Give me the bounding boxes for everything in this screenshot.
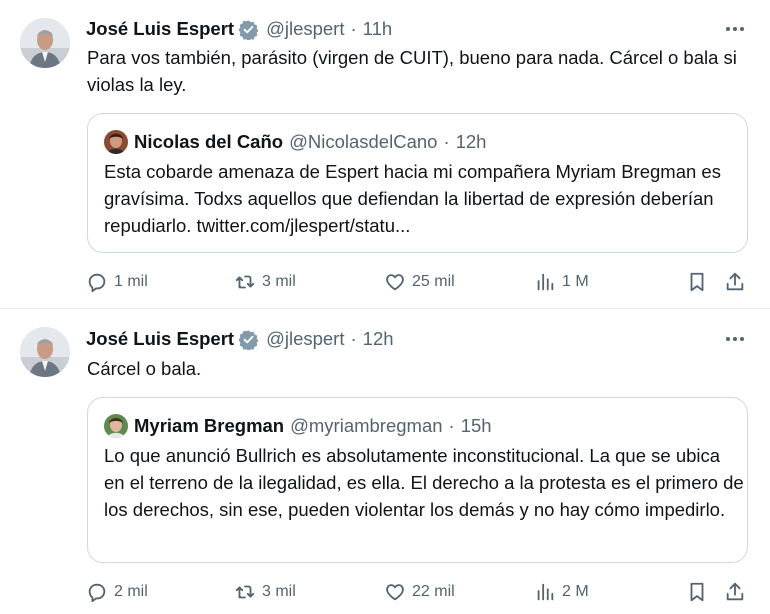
more-options-icon[interactable] [722,329,748,349]
quoted-tweet[interactable]: Myriam Bregman @myriambregman · 15h Lo q… [87,397,748,563]
quote-author-name: Nicolas del Caño [134,131,284,152]
tweet[interactable]: José Luis Espert @jlespert · 12h Cárcel … [0,309,770,614]
views-count: 1 M [562,273,589,290]
reply-button[interactable]: 2 mil [86,577,148,607]
author-avatar[interactable] [20,18,70,68]
reply-button[interactable]: 1 mil [86,267,148,297]
like-count: 25 mil [412,273,455,290]
separator-dot: · [350,18,357,39]
views-icon [537,273,554,291]
reply-icon [88,583,106,603]
like-button[interactable]: 25 mil [384,267,455,297]
share-button[interactable] [724,267,752,297]
author-handle[interactable]: @jlespert [266,18,344,40]
tweet-text: Cárcel o bala. [87,358,202,379]
reply-count: 2 mil [114,583,148,600]
tweet-text: Para vos también, parásito (virgen de CU… [87,47,737,95]
quote-header: Nicolas del Caño @NicolasdelCano · 12h [104,130,486,154]
quote-header: Myriam Bregman @myriambregman · 15h [104,414,492,438]
quote-author-avatar [104,130,128,154]
reply-icon [88,273,106,293]
quote-author-handle: @myriambregman [290,415,443,436]
like-icon [386,584,404,601]
verified-badge-icon [238,19,259,41]
tweet[interactable]: José Luis Espert @jlespert · 11h Para vo… [0,0,770,308]
quote-time: 15h [460,415,492,436]
tweet-header: José Luis Espert @jlespert · 12h [86,327,394,351]
retweet-button[interactable]: 3 mil [234,267,296,297]
tweet-actions: 1 mil 3 mil 25 mil 1 M [86,267,750,297]
views-count: 2 M [562,583,589,600]
quote-text: Esta cobarde amenaza de Espert hacia mi … [104,161,721,236]
tweet-time[interactable]: 12h [363,328,394,350]
bookmark-icon [690,582,704,602]
like-button[interactable]: 22 mil [384,577,455,607]
share-button[interactable] [724,577,752,607]
quote-author-name: Myriam Bregman [134,415,285,436]
like-icon [386,274,404,291]
bookmark-button[interactable] [686,267,714,297]
tweet-actions: 2 mil 3 mil 22 mil 2 M [86,577,750,607]
retweet-button[interactable]: 3 mil [234,577,296,607]
quote-text: Lo que anunció Bullrich es absolutamente… [104,445,744,520]
more-options-icon[interactable] [722,19,748,39]
author-name[interactable]: José Luis Espert [86,328,234,350]
share-icon [726,582,744,601]
quote-author-handle: @NicolasdelCano [289,131,438,152]
author-name[interactable]: José Luis Espert [86,18,234,40]
quoted-tweet[interactable]: Nicolas del Caño @NicolasdelCano · 12h E… [87,113,748,253]
author-handle[interactable]: @jlespert [266,328,344,350]
bookmark-icon [690,272,704,292]
like-count: 22 mil [412,583,455,600]
tweet-header: José Luis Espert @jlespert · 11h [86,17,392,41]
bookmark-button[interactable] [686,577,714,607]
separator-dot: · [448,415,455,436]
views-button[interactable]: 2 M [534,577,589,607]
retweet-count: 3 mil [262,273,296,290]
views-icon [537,583,554,601]
retweet-icon [235,585,255,599]
tweet-time[interactable]: 11h [363,18,393,40]
reply-count: 1 mil [114,273,148,290]
separator-dot: · [350,328,357,349]
retweet-icon [235,275,255,289]
share-icon [726,272,744,291]
separator-dot: · [443,131,450,152]
author-avatar[interactable] [20,327,70,377]
views-button[interactable]: 1 M [534,267,589,297]
quote-time: 12h [455,131,487,152]
quote-author-avatar [104,414,128,438]
retweet-count: 3 mil [262,583,296,600]
verified-badge-icon [238,329,259,351]
